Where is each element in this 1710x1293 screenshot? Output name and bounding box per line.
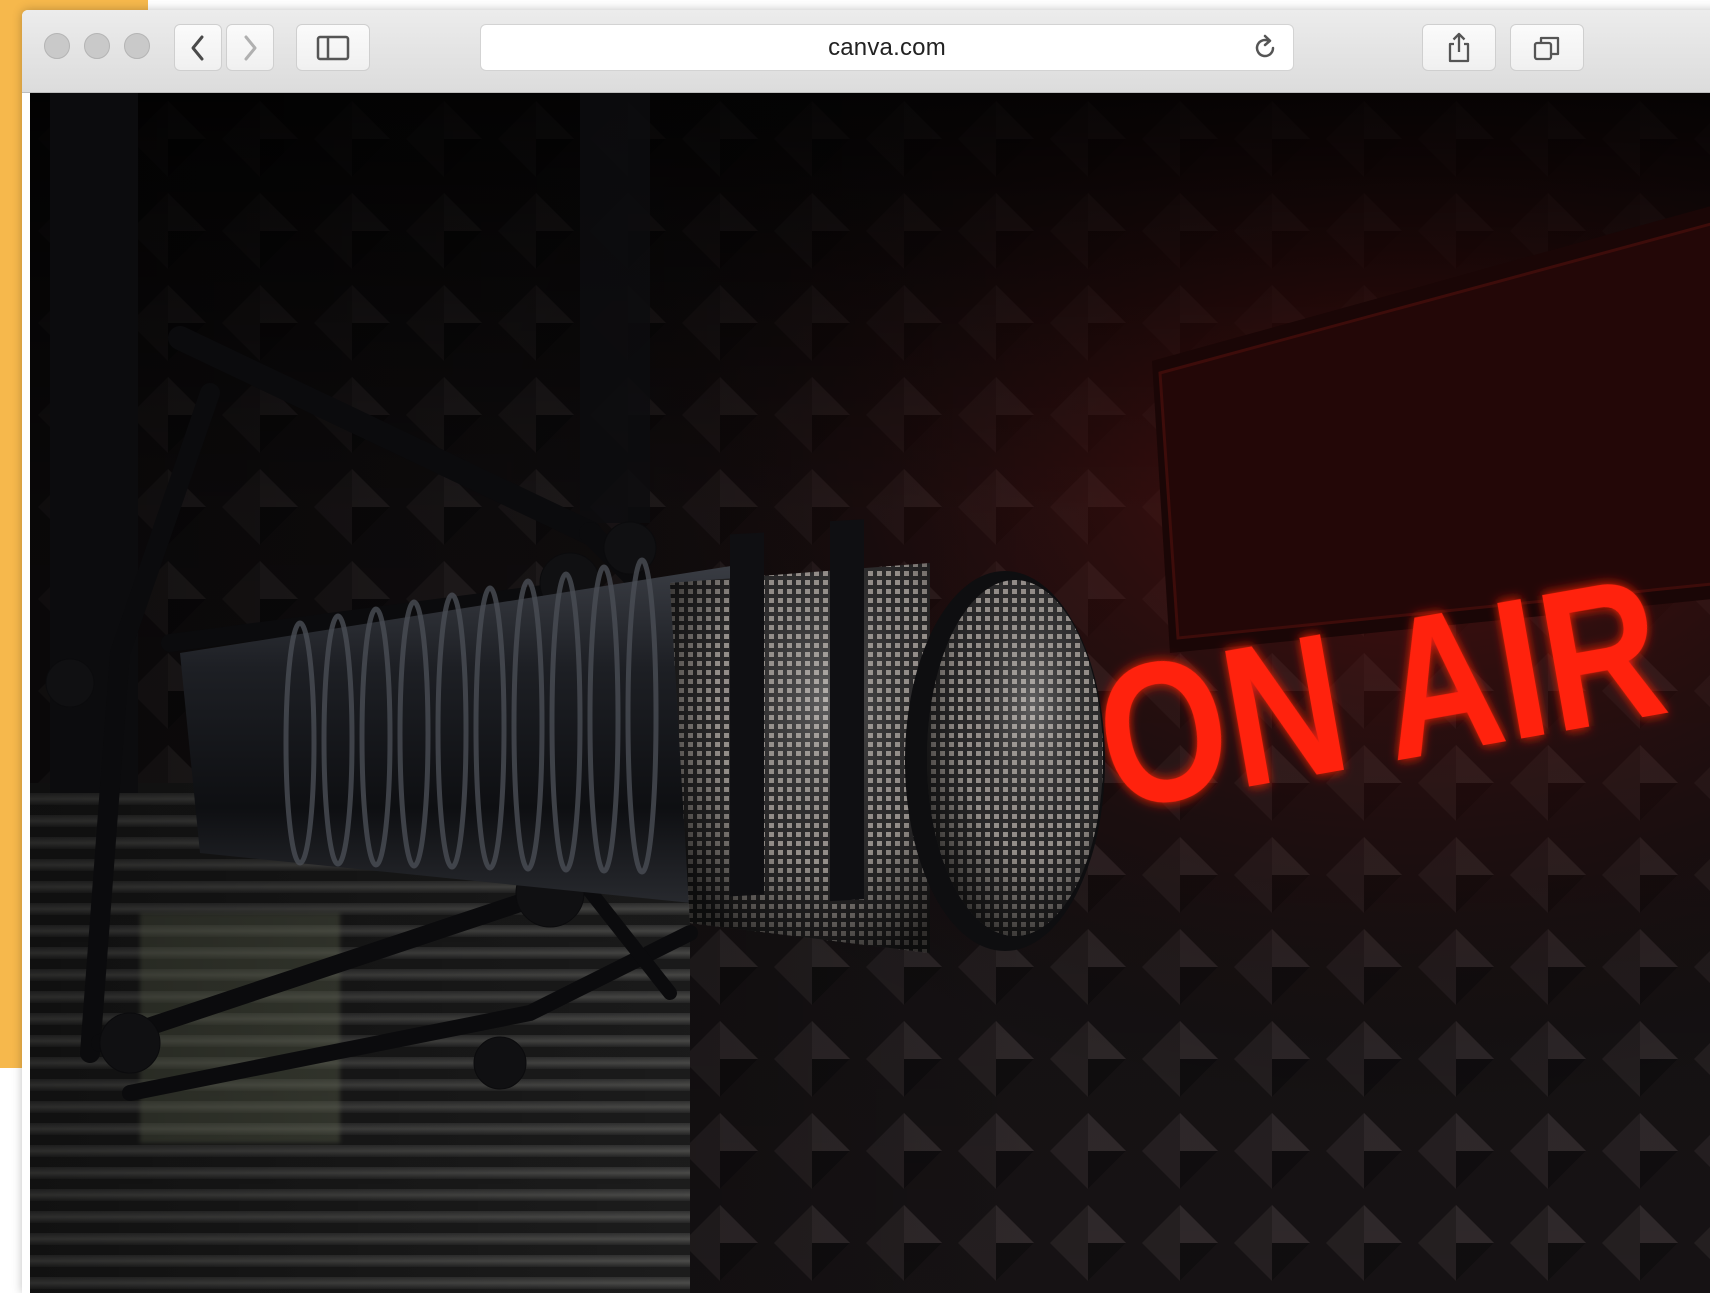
- browser-window: canva.com ON AIR: [22, 10, 1710, 1293]
- chevron-right-icon: [241, 34, 259, 62]
- page-content: ON AIR: [30, 93, 1710, 1293]
- tabs-overview-button[interactable]: [1510, 24, 1584, 71]
- sidebar-icon: [316, 35, 350, 61]
- tabs-icon: [1532, 34, 1562, 62]
- chevron-left-icon: [189, 34, 207, 62]
- address-bar[interactable]: canva.com: [480, 24, 1294, 71]
- on-air-studio-photo: ON AIR: [30, 93, 1710, 1293]
- zoom-window-button[interactable]: [124, 33, 150, 59]
- browser-toolbar: canva.com: [22, 10, 1710, 93]
- reload-icon[interactable]: [1251, 34, 1279, 67]
- minimize-window-button[interactable]: [84, 33, 110, 59]
- share-icon: [1445, 32, 1473, 64]
- share-button[interactable]: [1422, 24, 1496, 71]
- forward-button[interactable]: [226, 24, 274, 71]
- back-button[interactable]: [174, 24, 222, 71]
- close-window-button[interactable]: [44, 33, 70, 59]
- sidebar-toggle-button[interactable]: [296, 24, 370, 71]
- url-text: canva.com: [828, 34, 946, 61]
